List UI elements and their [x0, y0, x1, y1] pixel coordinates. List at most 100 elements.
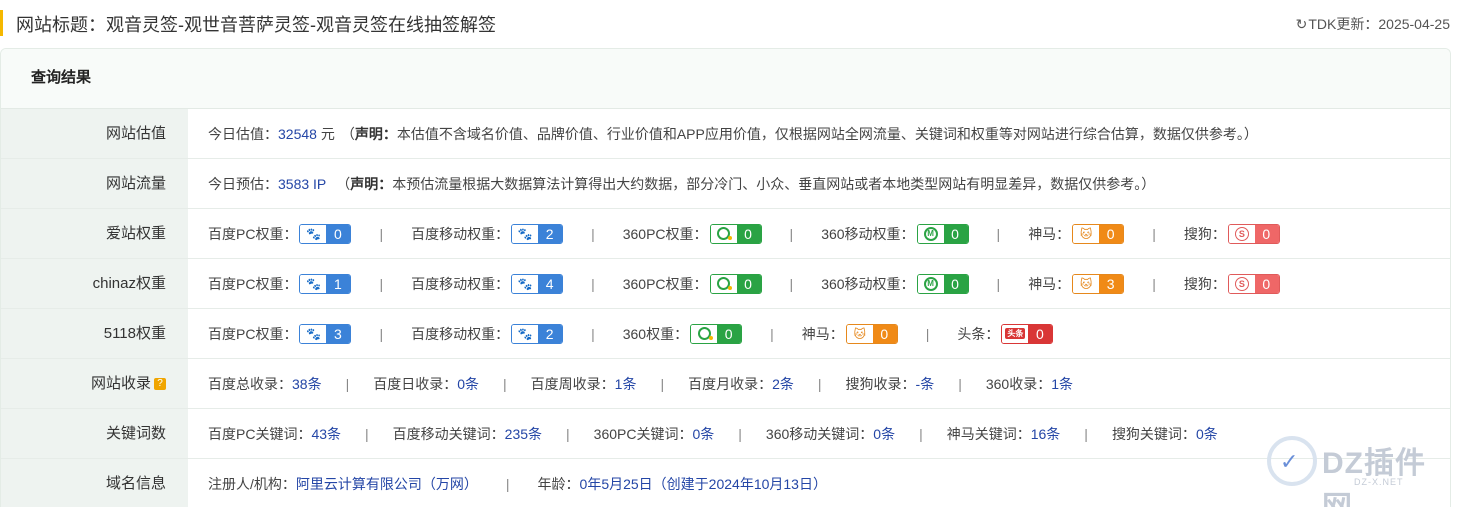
- count-value[interactable]: 43条: [311, 424, 341, 444]
- separator: |: [789, 275, 794, 292]
- row-valuation: 网站估值 今日估值： 32548 元 （声明： 本估值不含域名价值、品牌价值、行业…: [1, 109, 1450, 159]
- separator: |: [770, 325, 774, 342]
- row-value: 百度PC权重： 🐾 0 | 百度移动权重： 🐾 2 | 360PC权重： 0 | 360移动权重： M 0…: [188, 209, 1450, 258]
- row-label: 网站估值: [1, 109, 188, 158]
- sogou-icon: S: [1234, 226, 1249, 241]
- site-title: 网站标题：观音灵签-观世音菩萨灵签-观音灵签在线抽签解签: [16, 15, 496, 35]
- separator: |: [1084, 425, 1088, 442]
- registrant-link[interactable]: 阿里云计算有限公司（万网）: [296, 474, 478, 494]
- weight-label: 百度PC权重：: [208, 225, 298, 242]
- count-label: 百度PC关键词：: [208, 425, 312, 442]
- separator: |: [919, 425, 923, 442]
- tdk-update[interactable]: ↻TDK更新：2025-04-25: [1296, 14, 1450, 34]
- query-results-panel: 查询结果 网站估值 今日估值： 32548 元 （声明： 本估值不含域名价值、品牌…: [0, 48, 1451, 507]
- weight-value: 0: [1028, 324, 1053, 343]
- domain-age: 0年5月25日（创建于2024年10月13日）: [579, 476, 827, 492]
- weight-badge[interactable]: 🐾 2: [511, 323, 564, 344]
- weight-badge[interactable]: M0: [916, 273, 969, 294]
- weight-badge[interactable]: M0: [916, 223, 969, 244]
- tdk-label: TDK更新：: [1308, 16, 1379, 32]
- weight-badge[interactable]: 🐱 0: [845, 323, 898, 344]
- count-value[interactable]: 0条: [1196, 424, 1218, 444]
- 360-ring-icon: [717, 277, 733, 290]
- weight-badge[interactable]: S0: [1227, 273, 1280, 294]
- weight-label: 百度移动权重：: [411, 275, 510, 292]
- separator: |: [345, 375, 350, 392]
- weight-badge[interactable]: S0: [1227, 223, 1280, 244]
- watermark-logo-icon: ✓: [1267, 436, 1317, 486]
- help-icon[interactable]: ?: [154, 378, 166, 391]
- separator: |: [379, 275, 384, 292]
- count-value[interactable]: 0条: [692, 424, 714, 444]
- row-indexing: 网站收录? 百度总收录： 38条 | 百度日收录： 0条 | 百度周收录： 1条 | 百度月收录：…: [1, 359, 1450, 409]
- weight-badge[interactable]: 🐾 1: [299, 273, 352, 294]
- refresh-icon[interactable]: ↻: [1296, 16, 1308, 33]
- shenma-icon: 🐱: [1079, 226, 1093, 241]
- separator: |: [996, 225, 1001, 242]
- watermark-subtext: DZ-X.NET: [1354, 477, 1404, 487]
- count-value[interactable]: 38条: [292, 374, 322, 394]
- weight-badge[interactable]: 头条 0: [1001, 323, 1054, 344]
- weight-badge[interactable]: 🐾 2: [511, 223, 564, 244]
- sogou-icon: S: [1234, 276, 1249, 291]
- separator: |: [789, 225, 794, 242]
- row-value: 百度PC关键词： 43条 | 百度移动关键词： 235条 | 360PC关键词： 0条 | 360…: [188, 409, 1450, 458]
- weight-label: 神马：: [801, 325, 844, 342]
- count-label: 百度周收录：: [530, 375, 615, 392]
- weight-label: 百度移动权重：: [411, 225, 510, 242]
- separator: |: [566, 425, 570, 442]
- count-label: 百度总收录：: [208, 375, 292, 392]
- count-value[interactable]: -条: [916, 374, 935, 394]
- count-label: 神马关键词：: [946, 425, 1031, 442]
- separator: |: [591, 225, 595, 242]
- weight-badge[interactable]: 🐾 3: [299, 323, 352, 344]
- row-chinaz-weight: chinaz权重 百度PC权重： 🐾 1 | 百度移动权重： 🐾 4 | 360PC权重： 0 | 3…: [1, 259, 1450, 309]
- count-value[interactable]: 0条: [457, 374, 479, 394]
- weight-value: 0: [736, 224, 761, 243]
- watermark-text: DZ插件网: [1322, 447, 1426, 507]
- toutiao-icon: 头条: [1005, 328, 1026, 339]
- weight-label: 神马：: [1028, 225, 1071, 242]
- traffic-amount: 3583 IP: [278, 175, 327, 192]
- separator: |: [379, 325, 384, 342]
- row-traffic: 网站流量 今日预估： 3583 IP （声明： 本预估流量根据大数据算法计算得出大…: [1, 159, 1450, 209]
- weight-badge[interactable]: 🐱 0: [1072, 223, 1125, 244]
- shenma-icon: 🐱: [853, 326, 866, 341]
- count-value[interactable]: 2条: [772, 374, 794, 394]
- separator: |: [817, 375, 822, 392]
- shenma-icon: 🐱: [1079, 276, 1093, 291]
- weight-badge[interactable]: 🐱 3: [1072, 273, 1125, 294]
- separator: |: [996, 275, 1001, 292]
- weight-label: 360移动权重：: [821, 275, 915, 292]
- site-watermark: ✓ DZ插件网 DZ-X.NET: [1262, 432, 1452, 507]
- weight-value: 0: [1099, 224, 1124, 243]
- weight-value: 2: [538, 324, 563, 343]
- count-value[interactable]: 1条: [1051, 374, 1073, 394]
- weight-label: 搜狗：: [1183, 225, 1226, 242]
- 360-mobile-icon: M: [923, 226, 938, 241]
- weight-badge[interactable]: 0: [690, 323, 743, 344]
- row-value: 百度PC权重： 🐾 3 | 百度移动权重： 🐾 2 | 360权重： 0 | 神马： 🐱 0 | 头条： 头条 0: [188, 309, 1450, 358]
- valuation-disclaimer: 本估值不含域名价值、品牌价值、行业价值和APP应用价值，仅根据网站全网流量、关键…: [396, 125, 1258, 142]
- count-value[interactable]: 235条: [505, 424, 542, 444]
- count-value[interactable]: 1条: [615, 374, 637, 394]
- 360-ring-icon: [717, 227, 733, 240]
- weight-badge[interactable]: 0: [709, 223, 762, 244]
- count-value[interactable]: 16条: [1031, 424, 1061, 444]
- row-value: 今日预估： 3583 IP （声明： 本预估流量根据大数据算法计算得出大约数据，部…: [208, 175, 1156, 192]
- row-label: 关键词数: [1, 409, 188, 458]
- weight-badge[interactable]: 🐾 4: [511, 273, 564, 294]
- baidu-paw-icon: 🐾: [305, 226, 321, 241]
- weight-label: 搜狗：: [1183, 275, 1226, 292]
- row-aizhan-weight: 爱站权重 百度PC权重： 🐾 0 | 百度移动权重： 🐾 2 | 360PC权重： 0 | 360移动…: [1, 209, 1450, 259]
- baidu-paw-icon: 🐾: [517, 226, 533, 241]
- row-keywords: 关键词数 百度PC关键词： 43条 | 百度移动关键词： 235条 | 360PC关键词： 0…: [1, 409, 1450, 459]
- weight-badge[interactable]: 0: [709, 273, 762, 294]
- count-value[interactable]: 0条: [873, 424, 895, 444]
- weight-badge[interactable]: 🐾 0: [299, 223, 352, 244]
- weight-value: 0: [736, 274, 761, 293]
- separator: |: [365, 425, 369, 442]
- weight-value: 0: [1254, 224, 1279, 243]
- weight-label: 神马：: [1028, 275, 1071, 292]
- weight-label: 360PC权重：: [622, 225, 708, 242]
